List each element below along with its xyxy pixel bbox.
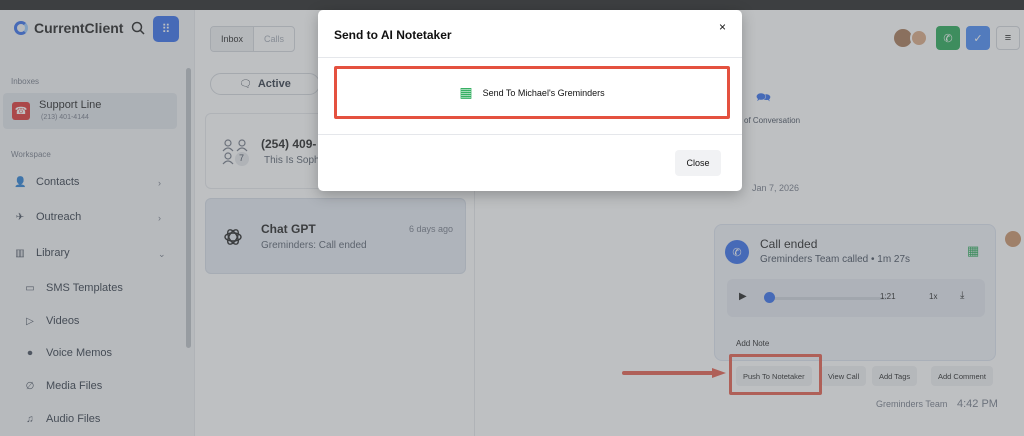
- close-icon[interactable]: ×: [719, 20, 726, 34]
- divider: [318, 134, 742, 135]
- send-to-greminders-button[interactable]: ▦ Send To Michael's Greminders: [334, 66, 730, 119]
- modal-title: Send to AI Notetaker: [334, 28, 452, 42]
- calendar-icon: ▦: [459, 84, 473, 100]
- send-to-notetaker-modal: Send to AI Notetaker × ▦ Send To Michael…: [318, 10, 742, 191]
- send-button-label: Send To Michael's Greminders: [482, 87, 605, 98]
- divider: [318, 57, 742, 58]
- close-button[interactable]: Close: [675, 150, 721, 176]
